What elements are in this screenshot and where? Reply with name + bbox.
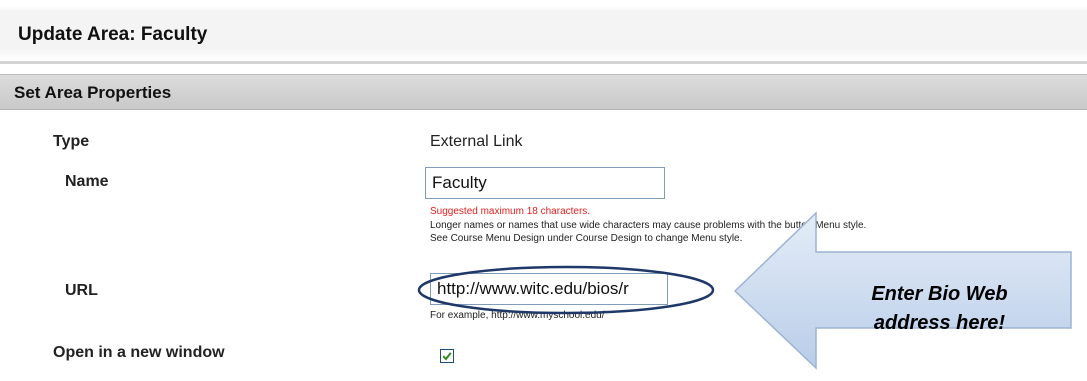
callout-line2: address here!	[873, 312, 1006, 334]
callout-line1: Enter Bio Web	[871, 283, 1008, 305]
callout-text: Enter Bio Web address here!	[822, 280, 1057, 338]
